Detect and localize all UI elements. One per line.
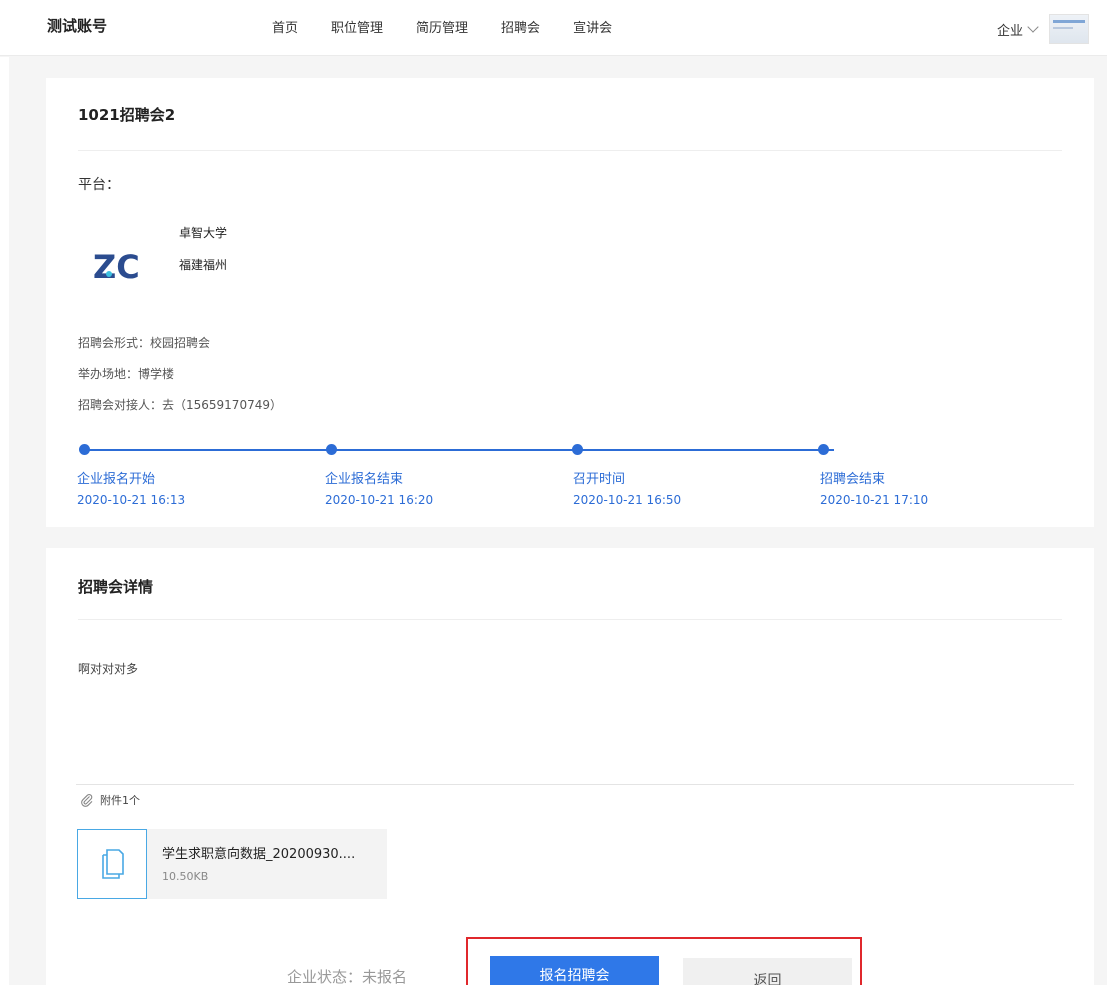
file-size: 10.50KB [162,870,209,883]
details-text: 啊对对对多 [78,662,139,676]
divider [78,619,1062,620]
company-status: 企业状态：未报名 [287,968,408,985]
timeline-dot [326,444,337,455]
timeline-label-reg-start: 企业报名开始 [77,472,156,487]
timeline-label-open: 召开时间 [573,472,626,487]
platform-label: 平台： [78,177,120,193]
left-gutter [0,57,9,985]
attachment-header: 附件1个 [80,792,140,808]
nav-job-fairs[interactable]: 招聘会 [501,17,540,36]
paperclip-icon [81,794,93,807]
fair-details-card: 招聘会详情 啊对对对多 附件1个 学生求职意向数据_20200930.... 1… [46,548,1094,985]
timeline-dot [818,444,829,455]
timeline-label-reg-end: 企业报名结束 [325,472,404,487]
nav-home[interactable]: 首页 [272,17,298,36]
university-logo: ZC [93,248,140,284]
timeline-time-end: 2020-10-21 17:10 [820,493,929,507]
nav-resumes[interactable]: 简历管理 [416,17,468,36]
nav-seminars[interactable]: 宣讲会 [573,17,612,36]
fair-contact: 招聘会对接人：去（15659170749） [78,398,282,412]
fair-title: 1021招聘会2 [78,106,176,124]
timeline-time-open: 2020-10-21 16:50 [573,493,682,507]
nav-jobs[interactable]: 职位管理 [331,17,383,36]
chevron-down-icon[interactable] [1027,20,1039,33]
timeline-dot [572,444,583,455]
avatar[interactable] [1049,14,1089,44]
logo-text: ZC [93,248,140,284]
attachment-divider [76,784,1074,785]
fair-venue: 举办场地：博学楼 [78,367,175,381]
file-icon-box[interactable] [77,829,147,899]
top-nav-bar: 测试账号 首页 职位管理 简历管理 招聘会 宣讲会 企业 [0,0,1107,56]
register-fair-button[interactable]: 报名招聘会 [490,956,659,985]
attachment-file[interactable]: 学生求职意向数据_20200930.... 10.50KB [77,829,387,899]
university-location: 福建福州 [179,258,228,272]
fair-info-card: 1021招聘会2 平台： ZC 卓智大学 福建福州 招聘会形式：校园招聘会 举办… [46,78,1094,527]
timeline-label-end: 招聘会结束 [820,472,886,487]
main-nav: 首页 职位管理 简历管理 招聘会 宣讲会 [272,17,645,36]
user-menu[interactable]: 企业 [997,14,1089,44]
document-icon [102,849,124,879]
university-name: 卓智大学 [179,226,228,240]
role-label[interactable]: 企业 [997,20,1023,39]
timeline-time-reg-end: 2020-10-21 16:20 [325,493,434,507]
fair-format: 招聘会形式：校园招聘会 [78,336,211,350]
timeline-line [84,449,834,451]
timeline-dot [79,444,90,455]
account-name: 测试账号 [47,17,108,35]
timeline-time-reg-start: 2020-10-21 16:13 [77,493,186,507]
back-button[interactable]: 返回 [683,958,852,985]
attachment-count: 附件1个 [100,794,140,807]
details-title: 招聘会详情 [78,578,154,596]
file-name[interactable]: 学生求职意向数据_20200930.... [162,843,355,862]
divider [78,150,1062,151]
